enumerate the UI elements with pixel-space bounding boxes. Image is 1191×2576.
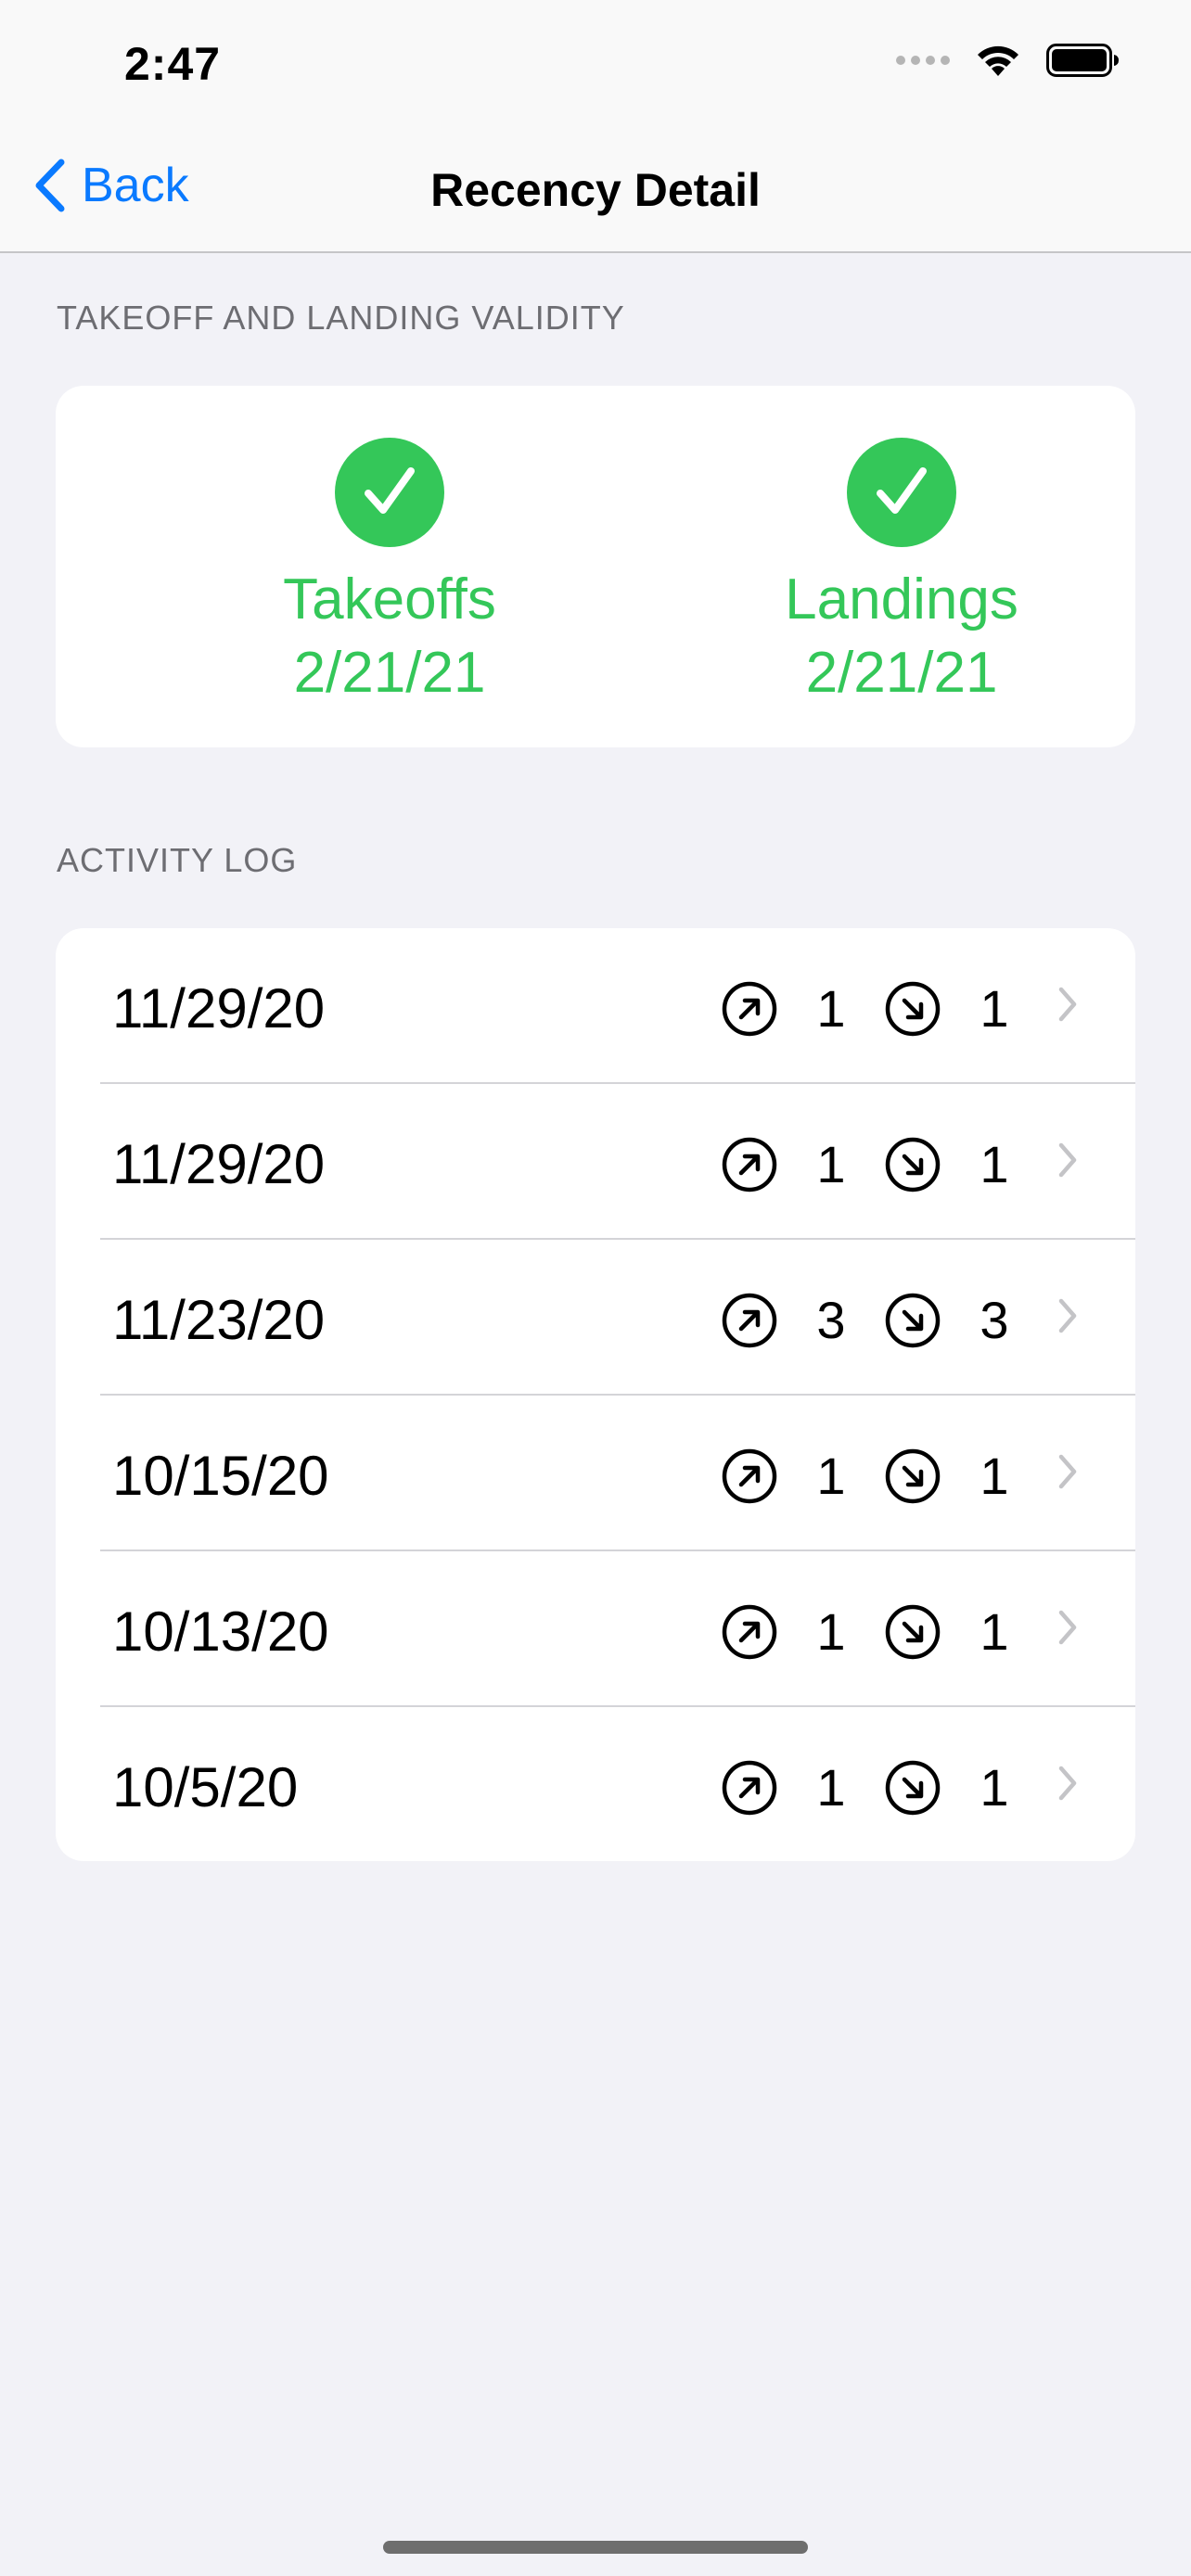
arrow-down-right-circle-icon (885, 981, 941, 1036)
row-date: 11/23/20 (112, 1289, 326, 1351)
landing-count: 1 (980, 1602, 1009, 1661)
landing-count: 1 (980, 1135, 1009, 1193)
row-metrics: 1 1 (722, 978, 1048, 1039)
table-row[interactable]: 11/29/20 1 1 (56, 928, 1135, 1084)
arrow-down-right-circle-icon (885, 1137, 941, 1192)
landings-valid-date: 2/21/21 (805, 641, 998, 705)
landing-count: 1 (980, 1758, 1009, 1817)
chevron-right-icon (1058, 987, 1077, 1022)
row-metrics: 1 1 (722, 1134, 1048, 1194)
navigation-area: 2:47 Back Recency Detail (0, 0, 1191, 253)
chevron-right-icon (1058, 1454, 1077, 1489)
table-row[interactable]: 10/15/20 1 1 (56, 1396, 1135, 1551)
takeoffs-validity: Takeoffs 2/21/21 (204, 438, 575, 712)
battery-icon (1046, 44, 1119, 77)
arrow-up-right-circle-icon (722, 1448, 777, 1503)
page-title: Recency Detail (430, 164, 761, 216)
arrow-down-right-circle-icon (885, 1448, 941, 1503)
home-indicator[interactable] (383, 2541, 808, 2554)
row-date: 10/15/20 (112, 1445, 329, 1507)
checkmark-circle-icon (335, 438, 444, 547)
activity-log-list: 11/29/20 1 1 11/29/20 1 1 11/23/20 3 3 1… (56, 928, 1135, 1861)
activity-section-header: ACTIVITY LOG (57, 841, 298, 879)
row-metrics: 1 1 (722, 1757, 1048, 1817)
landings-label: Landings (785, 567, 1018, 631)
row-date: 11/29/20 (112, 1133, 326, 1195)
status-icons (896, 43, 1121, 78)
status-time: 2:47 (124, 38, 222, 90)
row-date: 11/29/20 (112, 977, 326, 1039)
chevron-right-icon (1058, 1142, 1077, 1178)
takeoff-count: 1 (816, 1447, 846, 1505)
checkmark-circle-icon (847, 438, 956, 547)
landings-validity: Landings 2/21/21 (716, 438, 1087, 712)
arrow-down-right-circle-icon (885, 1604, 941, 1659)
row-metrics: 1 1 (722, 1446, 1048, 1506)
row-date: 10/5/20 (112, 1756, 299, 1818)
arrow-down-right-circle-icon (885, 1293, 941, 1347)
chevron-right-icon (1058, 1766, 1077, 1801)
landing-count: 1 (980, 1447, 1009, 1505)
table-row[interactable]: 11/29/20 1 1 (56, 1084, 1135, 1240)
row-metrics: 1 1 (722, 1601, 1048, 1662)
takeoffs-valid-date: 2/21/21 (293, 641, 486, 705)
takeoff-count: 1 (816, 1135, 846, 1193)
row-metrics: 3 3 (722, 1290, 1048, 1350)
validity-card: Takeoffs 2/21/21 Landings 2/21/21 (56, 386, 1135, 747)
arrow-up-right-circle-icon (722, 1137, 777, 1192)
validity-section-header: TAKEOFF AND LANDING VALIDITY (57, 299, 625, 337)
takeoff-count: 1 (816, 1758, 846, 1817)
arrow-up-right-circle-icon (722, 981, 777, 1036)
arrow-down-right-circle-icon (885, 1760, 941, 1815)
table-row[interactable]: 10/5/20 1 1 (56, 1707, 1135, 1861)
landing-count: 1 (980, 979, 1009, 1038)
landing-count: 3 (980, 1291, 1009, 1349)
arrow-up-right-circle-icon (722, 1293, 777, 1347)
cellular-signal-icon (896, 56, 950, 65)
takeoff-count: 1 (816, 1602, 846, 1661)
takeoff-count: 1 (816, 979, 846, 1038)
chevron-right-icon (1058, 1610, 1077, 1645)
takeoff-count: 3 (816, 1291, 846, 1349)
arrow-up-right-circle-icon (722, 1604, 777, 1659)
row-date: 10/13/20 (112, 1600, 329, 1663)
arrow-up-right-circle-icon (722, 1760, 777, 1815)
chevron-right-icon (1058, 1298, 1077, 1333)
takeoffs-label: Takeoffs (283, 567, 496, 631)
table-row[interactable]: 10/13/20 1 1 (56, 1551, 1135, 1707)
wifi-icon (978, 45, 1018, 76)
table-row[interactable]: 11/23/20 3 3 (56, 1240, 1135, 1396)
